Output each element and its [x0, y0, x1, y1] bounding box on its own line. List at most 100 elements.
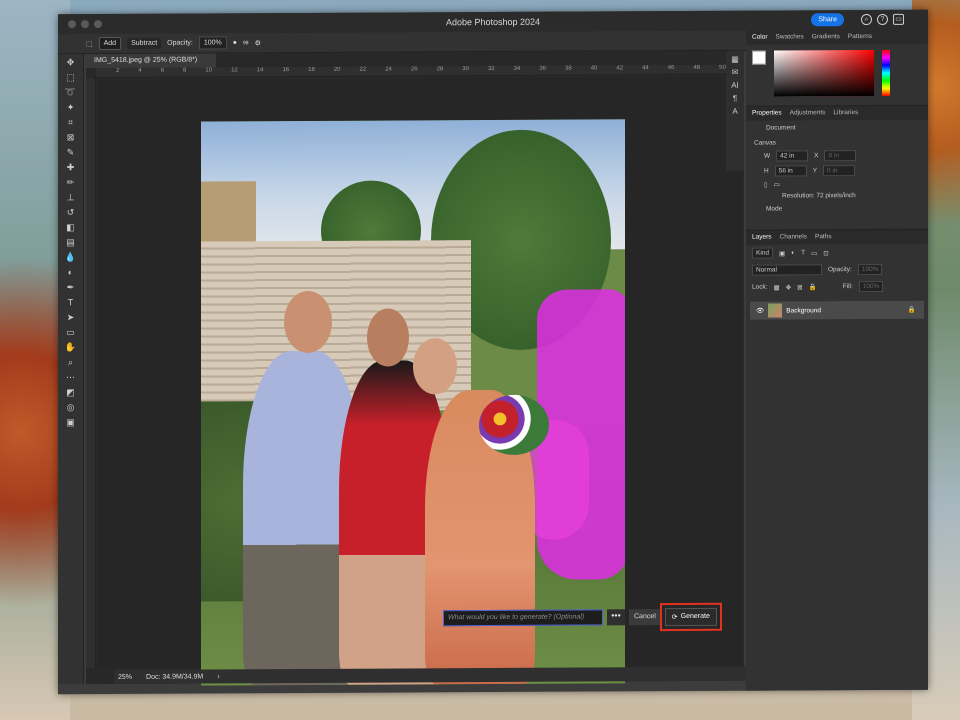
subtract-label: Subtract [131, 39, 158, 47]
add-label: Add [103, 39, 117, 48]
ruler-tick-label: 26 [410, 66, 418, 73]
eraser-tool-icon[interactable]: ◧ [65, 221, 77, 233]
portrait-icon[interactable]: ▯ [764, 181, 768, 189]
lock-position-icon[interactable]: ✥ [786, 283, 791, 291]
healing-brush-tool-icon[interactable]: ✚ [65, 161, 77, 173]
tab-libraries[interactable]: Libraries [833, 109, 858, 117]
lasso-tool-icon[interactable]: ➰ [65, 86, 77, 98]
filter-smart-object-icon[interactable]: ⊡ [823, 249, 828, 257]
search-icon[interactable]: ⌕ [861, 14, 872, 26]
character-panel-icon[interactable]: A [726, 107, 744, 116]
resolution-text: Resolution: 72 pixels/inch [782, 192, 856, 200]
filter-shape-icon[interactable]: ▭ [811, 249, 817, 257]
ruler-tick-label: 50 [719, 64, 726, 71]
tab-color[interactable]: Color [752, 34, 768, 42]
fill-field[interactable]: 100% [858, 280, 884, 293]
history-brush-tool-icon[interactable]: ↺ [65, 206, 77, 218]
type-tool-icon[interactable]: T [65, 296, 77, 308]
eyedropper-tool-icon[interactable]: ✎ [65, 146, 77, 158]
generate-prompt-input[interactable]: What would you like to generate? (Option… [443, 608, 603, 626]
cancel-button[interactable]: Cancel [629, 608, 661, 625]
move-tool-icon[interactable]: ✥ [65, 56, 77, 68]
lock-artboard-icon[interactable]: ⊠ [797, 283, 802, 291]
fill-label: Fill: [842, 283, 853, 291]
crop-tool-icon[interactable]: ⌗ [65, 116, 77, 128]
brush-preset-icon[interactable]: ● [233, 39, 237, 46]
blend-mode-select[interactable]: Normal [752, 264, 822, 276]
lock-all-icon[interactable]: 🔒 [809, 283, 817, 291]
clone-stamp-tool-icon[interactable]: ⊥ [65, 191, 77, 203]
marquee-tool-icon[interactable]: ⬚ [65, 71, 77, 83]
pen-tool-icon[interactable]: ✒ [65, 281, 77, 293]
color-swatches-icon[interactable]: ◩ [65, 386, 77, 398]
history-panel-icon[interactable]: ▦ [726, 55, 744, 64]
filter-pixel-icon[interactable]: ▣ [779, 249, 785, 257]
hue-slider[interactable] [882, 49, 890, 96]
ai-panel-icon[interactable]: AI [726, 81, 744, 90]
help-icon[interactable]: ? [877, 13, 888, 25]
comment-panel-icon[interactable]: ✉ [726, 68, 744, 77]
contextual-task-bar: What would you like to generate? (Option… [443, 602, 722, 631]
width-field[interactable]: 42 in [776, 150, 809, 162]
more-options-button[interactable]: ••• [607, 608, 625, 625]
tab-swatches[interactable]: Swatches [776, 33, 804, 41]
paragraph-panel-icon[interactable]: ¶ [726, 94, 744, 103]
visibility-eye-icon[interactable]: 👁 [756, 307, 764, 315]
layer-opacity-field[interactable]: 100% [857, 263, 883, 276]
right-panels: Color Swatches Gradients Patterns Proper… [746, 29, 928, 691]
filter-type-icon[interactable]: T [801, 249, 805, 256]
color-panel-tabs: Color Swatches Gradients Patterns [746, 29, 928, 45]
layer-filter-row: Kind ▣ ◐ T ▭ ⊡ [746, 244, 928, 262]
frame-tool-icon[interactable]: ⊠ [65, 131, 77, 143]
y-field[interactable]: 0 in [823, 165, 856, 177]
brush-size-value: 98 [243, 39, 249, 46]
kind-filter-select[interactable]: Kind [752, 247, 774, 259]
tab-layers[interactable]: Layers [752, 234, 772, 242]
foreground-color-swatch[interactable] [752, 50, 766, 65]
tab-patterns[interactable]: Patterns [848, 33, 872, 41]
gradient-tool-icon[interactable]: ▤ [65, 236, 77, 248]
blur-tool-icon[interactable]: 💧 [65, 251, 77, 263]
quick-mask-icon[interactable]: ◎ [65, 401, 77, 413]
screen-mode-icon[interactable]: ▣ [65, 416, 77, 428]
settings-gear-icon[interactable]: ⚙ [255, 39, 261, 47]
filter-adjustment-icon[interactable]: ◐ [791, 249, 795, 256]
lock-pixels-icon[interactable]: ▦ [774, 283, 780, 291]
photo-canvas[interactable] [201, 119, 625, 686]
add-mode-button[interactable]: Add [98, 36, 122, 51]
layer-row-background[interactable]: 👁 Background 🔒 [750, 300, 924, 320]
hand-tool-icon[interactable]: ✋ [65, 341, 77, 353]
tab-adjustments[interactable]: Adjustments [790, 109, 826, 117]
status-menu-chevron-icon[interactable]: › [217, 673, 219, 680]
tab-paths[interactable]: Paths [815, 233, 832, 241]
canvas-section-header[interactable]: Canvas [754, 139, 920, 147]
selection-tool-icon[interactable]: ⬚ [86, 40, 93, 48]
landscape-icon[interactable]: ▭ [774, 180, 780, 188]
generate-button[interactable]: ⟳ Generate [659, 602, 722, 631]
zoom-tool-icon[interactable]: ⌕ [65, 356, 77, 368]
zoom-level[interactable]: 25% [118, 673, 132, 680]
rectangle-tool-icon[interactable]: ▭ [65, 326, 77, 338]
height-field[interactable]: 56 in [774, 165, 807, 177]
ruler-tick-label: 4 [138, 67, 142, 74]
path-selection-tool-icon[interactable]: ➤ [65, 311, 77, 323]
magic-wand-tool-icon[interactable]: ✦ [65, 101, 77, 113]
tab-channels[interactable]: Channels [780, 233, 807, 241]
color-picker-field[interactable] [774, 50, 874, 97]
dodge-tool-icon[interactable]: ◐ [65, 266, 77, 278]
opacity-field[interactable]: 100% [198, 36, 227, 50]
subtract-mode-button[interactable]: Subtract [127, 37, 162, 49]
x-field[interactable]: 0 in [824, 150, 857, 162]
document-tab[interactable]: IMG_5418.jpeg @ 25% (RGB/8*) [86, 53, 216, 69]
brush-tool-icon[interactable]: ✏ [65, 176, 77, 188]
more-tools-icon[interactable]: ⋯ [65, 371, 77, 383]
mode-label: Mode [766, 205, 783, 213]
share-button[interactable]: Share [811, 13, 844, 27]
generative-fill-icon: ⟳ [671, 613, 678, 621]
tab-properties[interactable]: Properties [752, 109, 782, 117]
tab-gradients[interactable]: Gradients [812, 33, 840, 41]
horizontal-ruler: 2 4 6 8 10 12 14 16 18 20 22 24 26 28 30 32 34 36 38 40 42 44… [96, 64, 744, 79]
ruler-tick-label: 2 [116, 67, 120, 74]
canvas-pasteboard[interactable]: What would you like to generate? (Option… [98, 76, 742, 686]
workspace-icon[interactable]: ▭ [893, 13, 904, 25]
